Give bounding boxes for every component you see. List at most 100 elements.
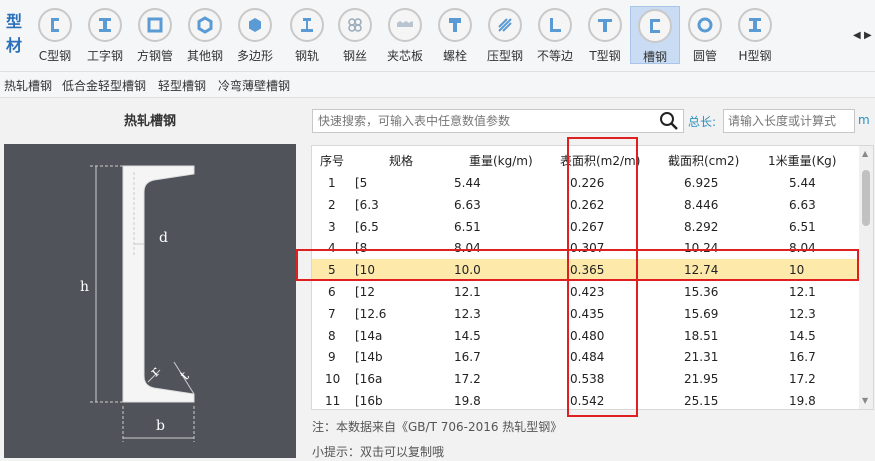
brand-char-2: 材 (5, 36, 22, 55)
brand-char-1: 型 (5, 12, 22, 31)
toolbar-item-round-tube[interactable]: 圆管 (680, 6, 730, 64)
toolbar-item-bolt[interactable]: 螺栓 (430, 6, 480, 64)
table-row[interactable]: 4 [8 8.04 0.307 10.24 8.04 (312, 237, 860, 259)
channel-diagram-svg (90, 165, 195, 442)
cell-surface-area: 0.267 (570, 219, 605, 234)
toolbar-item-unequal-angle[interactable]: 不等边 (530, 6, 580, 64)
toolbar-prev-button[interactable]: ◀ (853, 30, 861, 41)
cell-weight-per-meter: 8.04 (789, 241, 816, 256)
header-index: 序号 (320, 154, 345, 168)
cell-spec: [6.5 (355, 219, 379, 234)
toolbar-item-profiled-steel[interactable]: 压型钢 (480, 6, 530, 64)
toolbar-item-label: C型钢 (38, 49, 72, 63)
table-row[interactable]: 6 [12 12.1 0.423 15.36 12.1 (312, 281, 860, 303)
cell-section-area: 12.74 (684, 263, 719, 278)
cell-spec: [5 (355, 176, 368, 190)
table-row[interactable]: 3 [6.5 6.51 0.267 8.292 6.51 (312, 216, 860, 238)
cell-section-area: 21.95 (684, 372, 719, 387)
table-row[interactable]: 5 [10 10.0 0.365 12.74 10 (312, 259, 860, 282)
table-scrollbar[interactable]: ▲ ▼ (859, 146, 873, 409)
search-icon[interactable] (659, 111, 679, 131)
cell-index: 3 (328, 219, 336, 234)
header-surface-area: 表面积(m2/m) (560, 154, 641, 168)
table-row[interactable]: 11 [16b 19.8 0.542 25.15 19.8 (312, 390, 860, 409)
channel-icon (638, 9, 672, 43)
toolbar-item-wire[interactable]: 钢丝 (330, 6, 380, 64)
cell-spec: [6.3 (355, 197, 379, 212)
table-row[interactable]: 8 [14a 14.5 0.480 18.51 14.5 (312, 325, 860, 347)
toolbar-item-label: 压型钢 (486, 49, 523, 63)
cell-index: 8 (328, 328, 336, 343)
profiled-steel-icon (488, 8, 522, 42)
cell-weight-per-meter: 19.8 (789, 394, 816, 408)
toolbar-next-button[interactable]: ▶ (864, 30, 872, 41)
scroll-down-icon[interactable]: ▼ (862, 396, 868, 405)
cell-section-area: 10.24 (684, 241, 719, 256)
spec-table: 序号 规格 重量(kg/m) 表面积(m2/m) 截面积(cm2) 1米重量(K… (311, 145, 874, 410)
cell-index: 6 (328, 285, 336, 299)
cell-spec: [8 (355, 241, 368, 256)
table-header: 序号 规格 重量(kg/m) 表面积(m2/m) 截面积(cm2) 1米重量(K… (312, 146, 860, 172)
toolbar-item-rail[interactable]: 钢轨 (282, 6, 332, 64)
toolbar-item-t-section[interactable]: T型钢 (580, 6, 630, 64)
subnav-item-light[interactable]: 轻型槽钢 (158, 77, 206, 94)
toolbar-item-label: 方钢管 (136, 49, 173, 63)
toolbar-item-label: 钢轨 (294, 49, 319, 63)
h-beam-icon (738, 8, 772, 42)
cell-weight-per-meter: 16.7 (789, 350, 816, 365)
toolbar-item-i-beam[interactable]: 工字钢 (80, 6, 130, 64)
toolbar-item-label: 槽钢 (642, 50, 667, 64)
cell-index: 10 (325, 372, 341, 387)
channel-cross-section-diagram: d h r t b (4, 144, 296, 458)
toolbar-item-c-section[interactable]: C型钢 (30, 6, 80, 64)
table-row[interactable]: 10 [16a 17.2 0.538 21.95 17.2 (312, 368, 860, 390)
table-row[interactable]: 1 [5 5.44 0.226 6.925 5.44 (312, 172, 860, 194)
t-section-icon (588, 8, 622, 42)
cell-weight: 5.44 (454, 176, 481, 190)
cell-weight-per-meter: 5.44 (789, 176, 816, 190)
toolbar-item-other-steel[interactable]: 其他钢 (180, 6, 230, 64)
cell-spec: [14b (355, 350, 383, 365)
toolbar-item-label: 不等边 (536, 49, 573, 63)
scroll-thumb[interactable] (862, 170, 870, 226)
cell-spec: [12.6 (355, 306, 387, 321)
profile-toolbar: 型 材 C型钢 工字钢 方钢管 其他钢 多边形 钢轨 钢丝 夹芯板 螺栓 压型钢 (0, 0, 875, 72)
table-row[interactable]: 2 [6.3 6.63 0.262 8.446 6.63 (312, 194, 860, 216)
length-input[interactable] (724, 110, 854, 132)
cell-surface-area: 0.542 (570, 394, 605, 408)
toolbar-item-channel[interactable]: 槽钢 (630, 6, 680, 64)
cell-weight: 10.0 (454, 263, 481, 278)
subnav-item-low-alloy-light[interactable]: 低合金轻型槽钢 (62, 77, 146, 94)
cell-spec: [16a (355, 372, 383, 387)
toolbar-item-label: 多边形 (236, 49, 273, 63)
toolbar-item-sandwich-panel[interactable]: 夹芯板 (380, 6, 430, 64)
search-input[interactable] (313, 110, 653, 132)
toolbar-item-h-beam[interactable]: H型钢 (730, 6, 780, 64)
cell-section-area: 25.15 (684, 394, 719, 408)
subnav-item-cold-formed[interactable]: 冷弯薄壁槽钢 (218, 77, 290, 94)
toolbar-item-square-tube[interactable]: 方钢管 (130, 6, 180, 64)
table-row[interactable]: 9 [14b 16.7 0.484 21.31 16.7 (312, 346, 860, 368)
cell-spec: [16b (355, 394, 383, 408)
subnav-item-hot-rolled[interactable]: 热轧槽钢 (4, 77, 52, 94)
cell-weight: 8.04 (454, 241, 481, 256)
table-row[interactable]: 7 [12.6 12.3 0.435 15.69 12.3 (312, 303, 860, 325)
channel-type-subnav: 热轧槽钢 低合金轻型槽钢 轻型槽钢 冷弯薄壁槽钢 (0, 72, 875, 98)
toolbar-item-label: 圆管 (692, 49, 717, 63)
length-field (723, 109, 855, 133)
bolt-icon (438, 8, 472, 42)
toolbar-item-polygon[interactable]: 多边形 (230, 6, 280, 64)
cell-weight: 12.1 (454, 285, 481, 299)
cell-section-area: 18.51 (684, 328, 719, 343)
toolbar-item-label: H型钢 (738, 49, 772, 63)
brand-label: 型 材 (4, 10, 24, 58)
cell-surface-area: 0.226 (570, 176, 605, 190)
header-section-area: 截面积(cm2) (668, 154, 740, 168)
scroll-up-icon[interactable]: ▲ (862, 149, 868, 158)
cell-weight: 6.51 (454, 219, 481, 234)
wire-icon (338, 8, 372, 42)
toolbar-item-label: 其他钢 (186, 49, 223, 63)
cell-spec: [14a (355, 328, 383, 343)
channel-shape (122, 165, 195, 403)
c-section-icon (38, 8, 72, 42)
